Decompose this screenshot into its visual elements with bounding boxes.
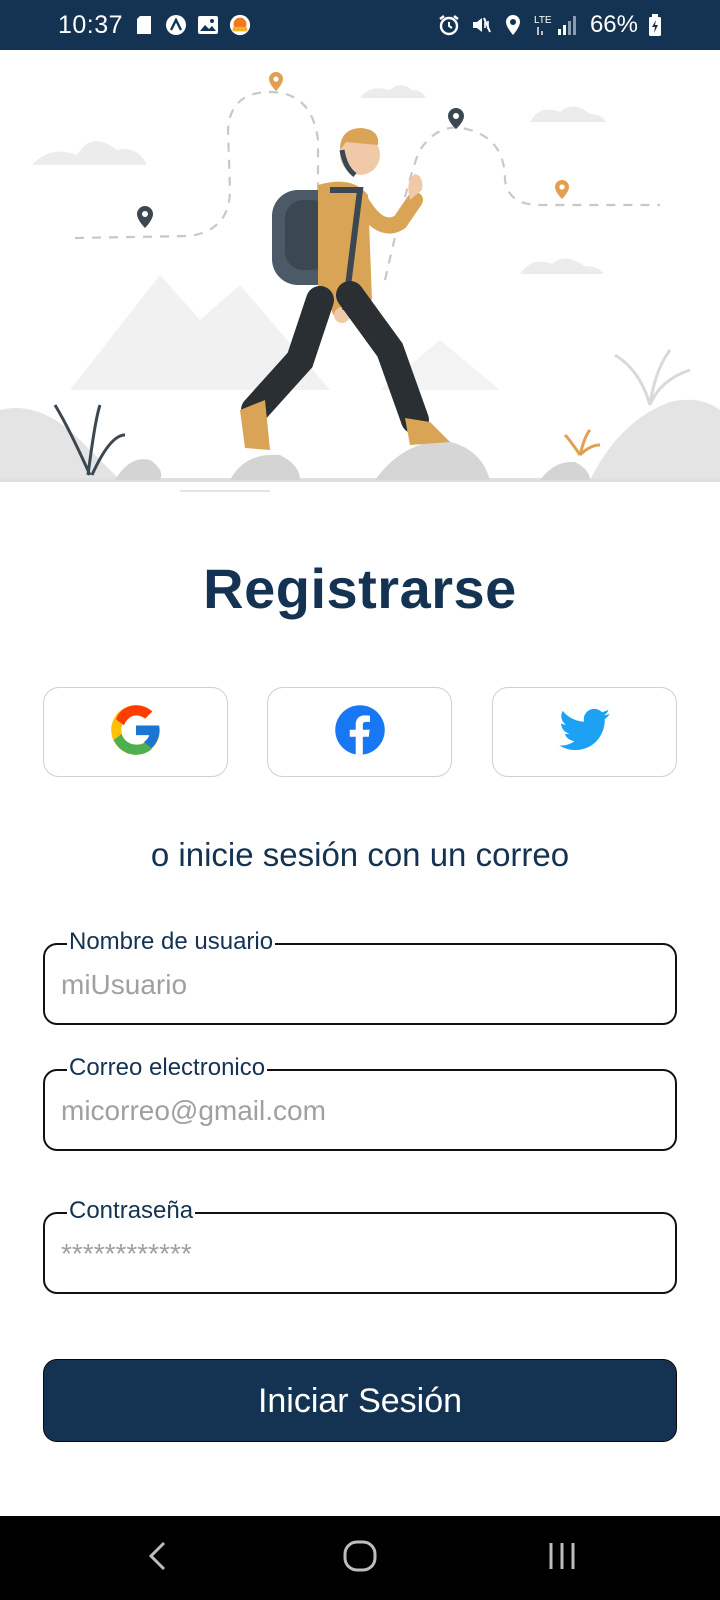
email-label: Correo electronico [67,1053,268,1083]
email-field: Correo electronico [43,1053,677,1151]
back-icon [146,1540,170,1577]
sd-card-icon [133,14,155,36]
gallery-icon [197,14,219,36]
twitter-icon [558,708,611,757]
password-field: Contraseña [43,1196,677,1294]
home-button[interactable] [330,1536,390,1580]
login-button[interactable]: Iniciar Sesión [43,1359,677,1442]
battery-icon [648,14,662,36]
svg-text:LTE: LTE [534,15,552,26]
password-label: Contraseña [67,1196,196,1226]
password-input[interactable] [61,1234,657,1274]
back-button[interactable] [128,1536,188,1580]
battery-percent: 66% [589,11,638,38]
username-label: Nombre de usuario [67,927,276,957]
username-field: Nombre de usuario [43,927,677,1025]
facebook-icon [333,703,387,762]
pin-icon [137,206,153,228]
status-bar: 10:37 LTE 66% [0,0,720,50]
username-input[interactable] [61,965,657,1005]
navigation-bar [0,1516,720,1600]
alarm-icon [438,14,460,36]
hero-illustration [0,50,720,510]
mute-icon [470,14,492,36]
status-right: LTE 66% [438,11,662,39]
email-input[interactable] [61,1091,657,1131]
signal-icon: LTE [534,14,580,36]
app-icon [165,14,187,36]
hiker-figure [240,128,450,450]
social-login-row [43,687,677,777]
location-icon [502,14,524,36]
page-title: Registrarse [203,557,517,620]
status-time: 10:37 [58,10,124,39]
hiker-illustration [0,72,720,492]
twitter-login-button[interactable] [492,687,677,777]
email-login-subtitle: o inicie sesión con un correo [150,836,570,873]
google-login-button[interactable] [43,687,228,777]
recent-apps-button[interactable] [532,1536,592,1580]
status-left: 10:37 [58,11,251,40]
facebook-login-button[interactable] [267,687,452,777]
home-icon [343,1540,377,1577]
google-icon [109,703,163,762]
notification-icon [229,14,251,36]
recent-apps-icon [546,1540,578,1577]
